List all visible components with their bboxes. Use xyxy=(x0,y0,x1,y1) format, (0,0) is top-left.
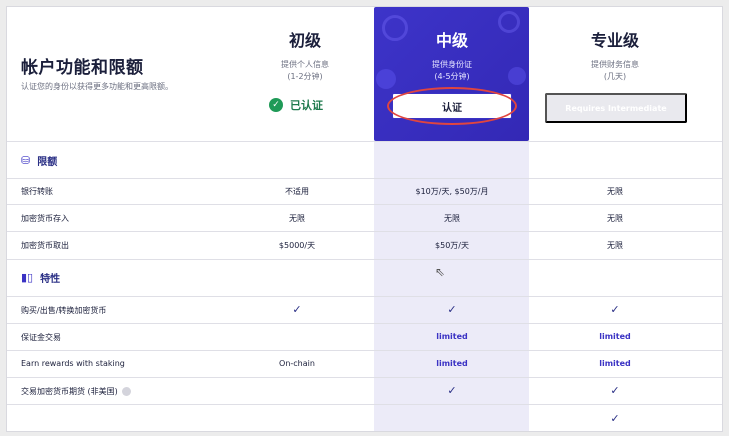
tier-basic-desc: 提供个人信息 xyxy=(281,60,329,69)
account-limits-card: 帐户功能和限额 认证您的身份以获得更多功能和更高限额。 初级 提供个人信息 (1… xyxy=(6,6,723,432)
tier-pro: 专业级 提供财务信息 (几天) xyxy=(555,27,675,83)
verify-button[interactable]: 认证 xyxy=(392,93,512,119)
row-label: 加密货币存入 xyxy=(21,214,69,223)
row-label: 购买/出售/转换加密货币 xyxy=(21,306,107,315)
features-icon: ▮▯ xyxy=(21,271,34,284)
cell-basic: $5000/天 xyxy=(278,241,316,250)
row-label-futures: 交易加密货币期货 (非美国) xyxy=(21,386,131,397)
row-label: 保证金交易 xyxy=(21,333,61,342)
tier-basic: 初级 提供个人信息 (1-2分钟) xyxy=(245,27,365,83)
verified-label: 已认证 xyxy=(290,99,323,112)
section-features: ▮▯ 特性 xyxy=(21,270,60,285)
section-limits-label: 限额 xyxy=(37,157,58,168)
tier-pro-desc: 提供财务信息 xyxy=(591,60,639,69)
page-subtitle: 认证您的身份以获得更多功能和更高限额。 xyxy=(21,82,173,91)
cell-intermediate: $10万/天, $50万/月 xyxy=(415,187,489,196)
page-title: 帐户功能和限额 xyxy=(21,58,144,78)
cell-intermediate: limited xyxy=(436,332,468,341)
cell-pro: 无限 xyxy=(607,187,623,196)
cell-basic: 不适用 xyxy=(285,187,309,196)
tier-basic-time: (1-2分钟) xyxy=(287,72,323,81)
cell-pro: 无限 xyxy=(607,214,623,223)
verified-status: ✓ 已认证 xyxy=(269,97,323,113)
check-circle-icon: ✓ xyxy=(269,98,283,112)
info-icon[interactable] xyxy=(121,387,131,396)
cell-intermediate: 无限 xyxy=(444,214,460,223)
cell-basic-check-icon: ✓ xyxy=(292,303,302,316)
cell-pro-check-icon: ✓ xyxy=(610,412,620,425)
database-icon: ⛁ xyxy=(21,154,31,167)
section-features-label: 特性 xyxy=(40,274,61,285)
row-label: 银行转账 xyxy=(21,187,53,196)
mouse-cursor-icon: ⇖ xyxy=(435,265,446,279)
tier-intermediate-time: (4-5分钟) xyxy=(434,72,470,81)
cell-intermediate-check-icon: ✓ xyxy=(447,384,457,397)
row-label: 加密货币取出 xyxy=(21,241,69,250)
section-limits: ⛁ 限额 xyxy=(21,153,57,168)
tier-basic-name: 初级 xyxy=(288,31,321,50)
row-label: Earn rewards with staking xyxy=(21,359,125,368)
cell-pro: limited xyxy=(599,332,631,341)
tier-pro-name: 专业级 xyxy=(590,31,639,50)
cell-pro-check-icon: ✓ xyxy=(610,303,620,316)
cell-pro: 无限 xyxy=(607,241,623,250)
tier-intermediate-name: 中级 xyxy=(435,31,468,50)
tier-pro-time: (几天) xyxy=(603,72,627,81)
cell-pro-check-icon: ✓ xyxy=(610,384,620,397)
tier-intermediate: 中级 提供身份证 (4-5分钟) xyxy=(392,27,512,83)
cell-basic: 无限 xyxy=(289,214,305,223)
cell-intermediate: limited xyxy=(436,359,468,368)
cell-intermediate: $50万/天 xyxy=(435,241,469,250)
row-label-text: 交易加密货币期货 (非美国) xyxy=(21,387,118,396)
cell-basic: On-chain xyxy=(279,359,315,368)
cell-pro: limited xyxy=(599,359,631,368)
tier-intermediate-desc: 提供身份证 xyxy=(432,60,472,69)
requires-intermediate-button: Requires Intermediate xyxy=(545,93,687,123)
cell-intermediate-check-icon: ✓ xyxy=(447,303,457,316)
